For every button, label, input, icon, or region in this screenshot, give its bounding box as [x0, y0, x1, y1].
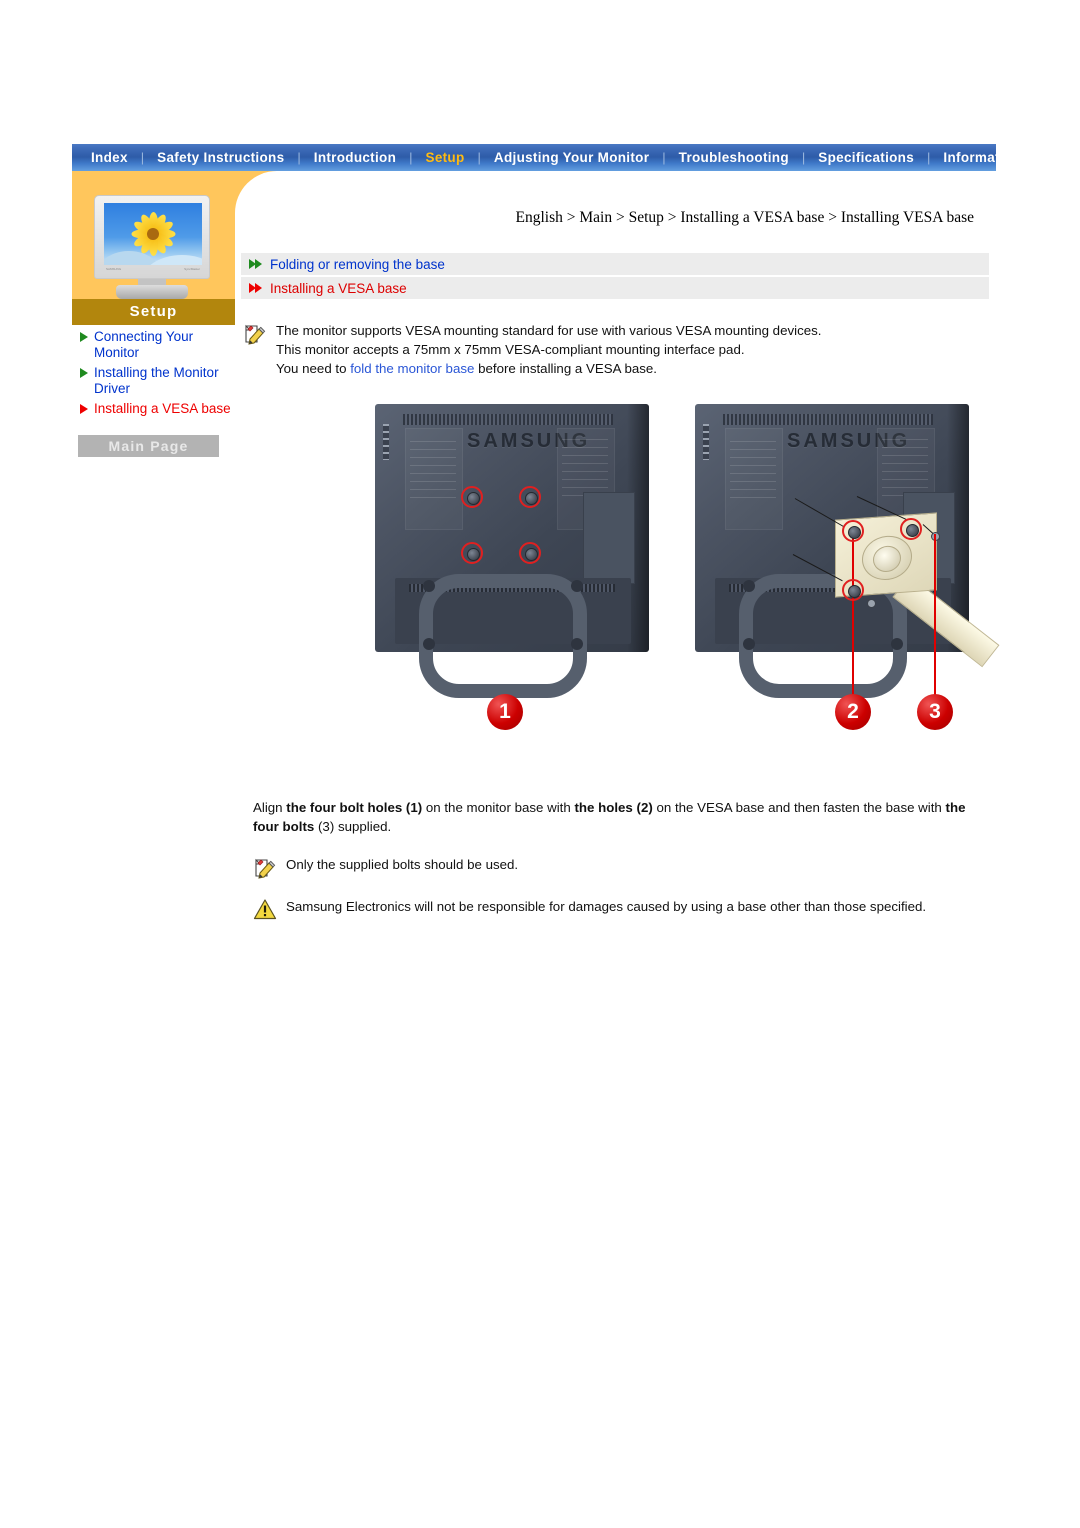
monitor-base-handle [419, 574, 587, 698]
sunflower-icon [131, 212, 175, 256]
help-page: Index | Safety Instructions | Introducti… [72, 144, 1000, 1311]
bolt-hole-top-right [519, 486, 541, 508]
handle-pivot-top-left [743, 580, 755, 592]
monitor-sunflower-thumbnail: SAMSUNG SyncMaster [90, 195, 214, 299]
callout-badge-2: 2 [835, 694, 871, 730]
note-pencil-icon [253, 856, 277, 879]
green-triangle-icon [80, 368, 88, 378]
bolt-hole-bottom-left [461, 542, 483, 564]
intro-note-line3-prefix: You need to [276, 361, 351, 376]
nav-item-introduction[interactable]: Introduction [301, 144, 409, 171]
handle-pivot-bottom-right [571, 638, 583, 650]
monitor-rear-with-vesa-base: SAMSUNG 2 3 [687, 404, 1000, 768]
intro-note-line1: The monitor supports VESA mounting stand… [276, 323, 822, 338]
callout-leader-line-3 [934, 534, 936, 700]
sidebar-section-title: Setup [72, 299, 235, 325]
handle-pivot-bottom-left [423, 638, 435, 650]
sidebar-orange-panel: SAMSUNG SyncMaster [72, 171, 235, 299]
vesa-hole-top-left [842, 520, 864, 542]
intro-note-line2: This monitor accepts a 75mm x 75mm VESA-… [276, 342, 745, 357]
sidebar-item-installing-a-vesa-base[interactable]: Installing a VESA base [78, 401, 235, 417]
handle-pivot-bottom-left [743, 638, 755, 650]
monitor-rear-with-bolt-holes: SAMSUNG 1 [367, 404, 667, 768]
thumbnail-monitor-base [116, 285, 188, 299]
callout-badge-3: 3 [917, 694, 953, 730]
nav-item-safety-instructions[interactable]: Safety Instructions [144, 144, 297, 171]
align-text-part1: Align [253, 800, 287, 815]
sidebar: Setup Connecting Your Monitor Installing… [72, 299, 235, 457]
red-double-arrow-icon [249, 283, 262, 293]
thumbnail-monitor-body: SAMSUNG SyncMaster [94, 195, 210, 279]
sidebar-item-connecting-your-monitor[interactable]: Connecting Your Monitor [78, 329, 235, 361]
callout-leader-line-2 [852, 534, 854, 700]
nav-item-specifications[interactable]: Specifications [805, 144, 927, 171]
rear-port-column [383, 424, 389, 460]
regulatory-label-left [725, 428, 783, 530]
link-row-label: Installing a VESA base [270, 280, 407, 296]
bolt-hole-top-left [461, 486, 483, 508]
footnote-supplied-bolts: Only the supplied bolts should be used. [253, 855, 989, 879]
note-pencil-icon [243, 322, 267, 346]
thumbnail-brand-strip: SAMSUNG SyncMaster [106, 267, 200, 271]
vent-grille [723, 414, 933, 425]
align-text-bold1: the four bolt holes (1) [286, 800, 423, 815]
thumbnail-monitor-screen [104, 203, 202, 265]
align-text-part3: on the VESA base and then fasten the bas… [652, 800, 946, 815]
align-text-part2: on the monitor base with [422, 800, 575, 815]
green-triangle-icon [80, 332, 88, 342]
red-triangle-icon [80, 404, 88, 414]
bottom-instructions: Align the four bolt holes (1) on the mon… [253, 798, 989, 920]
sidebar-item-label: Connecting Your Monitor [94, 329, 194, 360]
footnote-text: Only the supplied bolts should be used. [286, 857, 519, 872]
rear-connector-cover [583, 492, 635, 584]
figure-group: SAMSUNG 1 SAMSUNG 2 3 [235, 404, 1000, 768]
link-row-label: Folding or removing the base [270, 256, 445, 272]
handle-pivot-bottom-right [891, 638, 903, 650]
intro-note: The monitor supports VESA mounting stand… [243, 321, 996, 378]
fold-the-monitor-base-link[interactable]: fold the monitor base [350, 361, 474, 376]
nav-item-index[interactable]: Index [78, 144, 141, 171]
breadcrumb: English > Main > Setup > Installing a VE… [515, 209, 974, 226]
align-text-part4: (3) supplied. [314, 819, 392, 834]
handle-pivot-top-left [423, 580, 435, 592]
intro-note-line3: You need to fold the monitor base before… [276, 359, 821, 378]
bolt-hole-bottom-right [519, 542, 541, 564]
link-row-folding-or-removing-the-base[interactable]: Folding or removing the base [241, 253, 989, 275]
align-text-bold2: the holes (2) [574, 800, 653, 815]
sidebar-item-installing-the-monitor-driver[interactable]: Installing the Monitor Driver [78, 365, 235, 397]
warning-triangle-icon [253, 898, 277, 920]
main-page-button[interactable]: Main Page [78, 435, 219, 457]
rear-port-column [703, 424, 709, 460]
bolt-screw-head-2 [867, 599, 876, 608]
vent-grille [403, 414, 613, 425]
nav-item-troubleshooting[interactable]: Troubleshooting [666, 144, 802, 171]
callout-badge-1: 1 [487, 694, 523, 730]
footnote-text: Samsung Electronics will not be responsi… [286, 899, 927, 914]
footnote-liability-warning: Samsung Electronics will not be responsi… [253, 897, 989, 920]
link-row-installing-a-vesa-base[interactable]: Installing a VESA base [241, 277, 989, 299]
sidebar-item-label: Installing a VESA base [94, 401, 231, 416]
nav-item-setup[interactable]: Setup [413, 144, 478, 171]
vesa-hole-bottom-left [842, 579, 864, 601]
regulatory-label-left [405, 428, 463, 530]
main-content: English > Main > Setup > Installing a VE… [235, 171, 1000, 920]
nav-item-information[interactable]: Information [930, 144, 996, 171]
nav-item-adjusting-your-monitor[interactable]: Adjusting Your Monitor [481, 144, 662, 171]
section-link-list: Folding or removing the base Installing … [241, 253, 989, 299]
page-body: SAMSUNG SyncMaster Setup Connecting Your… [72, 171, 1000, 1311]
vesa-hole-top-right [900, 518, 922, 540]
intro-note-text: The monitor supports VESA mounting stand… [276, 321, 821, 378]
green-double-arrow-icon [249, 259, 262, 269]
intro-note-line3-suffix: before installing a VESA base. [474, 361, 657, 376]
top-navigation-bar: Index | Safety Instructions | Introducti… [72, 144, 996, 171]
sidebar-item-label: Installing the Monitor Driver [94, 365, 219, 396]
handle-pivot-top-right [571, 580, 583, 592]
align-instruction-text: Align the four bolt holes (1) on the mon… [253, 798, 989, 836]
